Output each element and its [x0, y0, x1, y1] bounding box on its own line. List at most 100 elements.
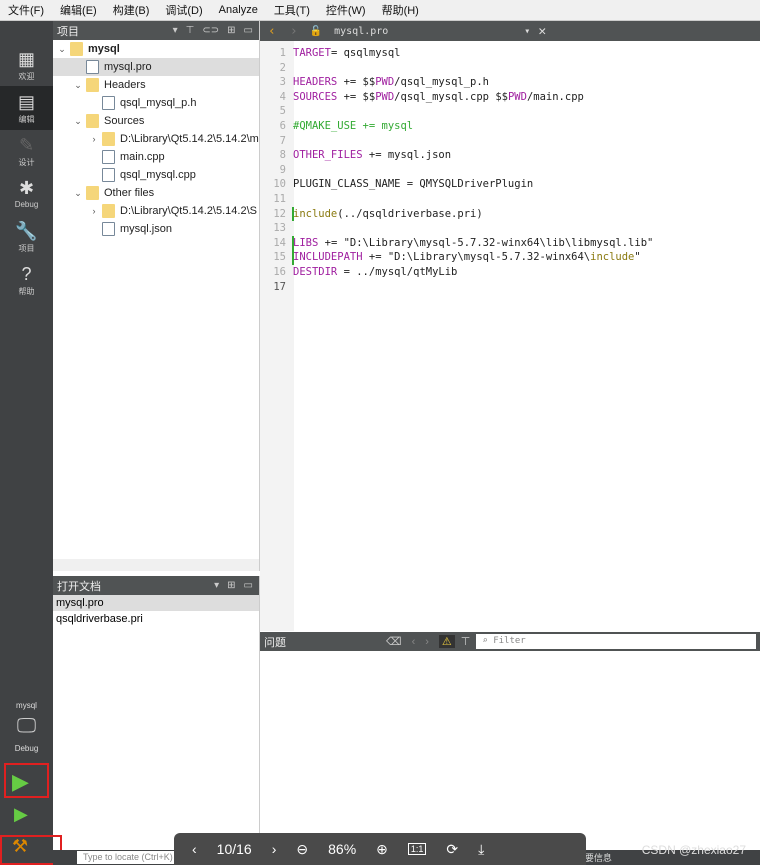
line-content: OTHER_FILES += mysql.json	[290, 149, 451, 161]
menu-item[interactable]: Analyze	[211, 4, 266, 16]
mode-grid[interactable]: ▦ 欢迎	[0, 43, 53, 87]
clear-icon[interactable]: ⌫	[386, 635, 402, 648]
code-line: 10 PLUGIN_CLASS_NAME = QMYSQLDriverPlugin	[260, 177, 760, 192]
rotate-icon[interactable]: ⟳	[446, 841, 458, 858]
dropdown-icon[interactable]: ▾	[173, 25, 178, 36]
horizontal-scrollbar[interactable]	[53, 559, 259, 571]
menu-item[interactable]: 帮助(H)	[374, 2, 427, 18]
code-token: SOURCES	[293, 90, 338, 103]
open-document-item[interactable]: qsqldriverbase.pri	[53, 611, 259, 627]
tree-item[interactable]: › D:\Library\Qt5.14.2\5.14.2\S	[53, 202, 259, 220]
mode-label: 设计	[18, 158, 35, 167]
filter-input[interactable]: ⌕ Filter	[476, 634, 757, 649]
file-icon	[102, 96, 115, 110]
forward-icon[interactable]: ›	[284, 24, 304, 39]
back-icon[interactable]: ‹	[260, 24, 284, 39]
menu-item[interactable]: 构建(B)	[105, 2, 158, 18]
open-document-item[interactable]: mysql.pro	[53, 595, 259, 611]
menu-item[interactable]: 调试(D)	[157, 2, 210, 18]
zoom-in-icon[interactable]: ⊕	[376, 841, 388, 858]
chevron-right-icon[interactable]: ›	[89, 134, 99, 144]
tree-item[interactable]: mysql.json	[53, 220, 259, 238]
tree-item[interactable]: ⌄ mysql	[53, 40, 259, 58]
tree-item[interactable]: ⌄ Headers	[53, 76, 259, 94]
close-panel-icon[interactable]: ▭	[244, 580, 253, 591]
close-file-icon[interactable]: ✕	[530, 24, 554, 39]
project-panel: 项目 ▾ ⊤ ⊂⊃ ⊞ ▭ ⌄ mysql mysql.pro ⌄ Headers qsql_my…	[53, 21, 260, 571]
split-icon[interactable]: ⊞	[227, 25, 235, 36]
line-content: INCLUDEPATH += "D:\Library\mysql-5.7.32-…	[290, 251, 641, 263]
dropdown-icon[interactable]: ▾	[214, 580, 219, 591]
next-icon[interactable]: ›	[425, 636, 429, 648]
code-line: 7	[260, 134, 760, 149]
watermark: CSDN @zhexiao27	[641, 843, 746, 857]
mode-label: 欢迎	[18, 72, 35, 81]
tree-item[interactable]: qsql_mysql.cpp	[53, 166, 259, 184]
tree-item-label: D:\Library\Qt5.14.2\5.14.2\m	[120, 133, 259, 145]
line-number: 6	[279, 120, 286, 132]
mode-pencil[interactable]: ✎ 设计	[0, 129, 53, 173]
filter-icon[interactable]: ⊤	[461, 635, 471, 648]
tree-item[interactable]: qsql_mysql_p.h	[53, 94, 259, 112]
actual-size-button[interactable]: 1:1	[407, 843, 427, 855]
close-panel-icon[interactable]: ▭	[244, 25, 253, 36]
code-token: TARGET	[293, 47, 331, 59]
chevron-down-icon[interactable]: ⌄	[57, 44, 67, 55]
line-number: 3	[279, 76, 286, 89]
monitor-icon[interactable]: 🖵	[0, 715, 53, 738]
kit-config-label: Debug	[14, 744, 39, 753]
menu-item[interactable]: 编辑(E)	[52, 2, 105, 18]
mode-help[interactable]: ? 帮助	[0, 258, 53, 302]
tree-item[interactable]: › D:\Library\Qt5.14.2\5.14.2\m	[53, 130, 259, 148]
menu-item[interactable]: 文件(F)	[0, 2, 52, 18]
kit-project-label: mysql	[16, 701, 37, 710]
tree-item[interactable]: ⌄ Other files	[53, 184, 259, 202]
code-token: INCLUDEPATH	[293, 251, 363, 264]
mode-bug[interactable]: ✱ Debug	[0, 172, 53, 216]
mode-document[interactable]: ▤ 编辑	[0, 86, 53, 130]
mode-wrench[interactable]: 🔧 项目	[0, 215, 53, 259]
chevron-down-icon[interactable]: ⌄	[73, 80, 83, 91]
pencil-icon: ✎	[18, 135, 35, 155]
image-viewer-toolbar: ‹ 10/16 › ⊖ 86% ⊕ 1:1 ⟳ ⤓	[174, 833, 586, 865]
code-line: 4 SOURCES += $$PWD/qsql_mysql.cpp $$PWD/m…	[260, 90, 760, 105]
prev-page-button[interactable]: ‹	[192, 841, 197, 857]
tree-item-label: mysql	[88, 43, 120, 55]
highlight-run-box	[4, 763, 49, 798]
line-number: 9	[279, 163, 286, 176]
issues-title: 问题	[264, 636, 286, 649]
line-number: 12	[273, 207, 286, 220]
tree-item[interactable]: main.cpp	[53, 148, 259, 166]
code-line: 3 HEADERS += $$PWD/qsql_mysql_p.h	[260, 75, 760, 90]
code-token: += mysql.json	[362, 149, 452, 162]
download-icon[interactable]: ⤓	[478, 841, 484, 858]
tree-item-label: mysql.json	[120, 223, 172, 235]
menu-item[interactable]: 控件(W)	[318, 2, 374, 18]
zoom-out-icon[interactable]: ⊖	[296, 841, 308, 858]
tree-item[interactable]: mysql.pro	[53, 58, 259, 76]
menu-item[interactable]: 工具(T)	[266, 2, 318, 18]
code-token: += $$	[337, 76, 376, 89]
tree-item[interactable]: ⌄ Sources	[53, 112, 259, 130]
line-content	[290, 193, 293, 205]
line-number: 1	[279, 47, 286, 59]
prev-icon[interactable]: ‹	[412, 636, 416, 648]
next-page-button[interactable]: ›	[272, 841, 277, 857]
link-icon[interactable]: ⊂⊃	[202, 25, 219, 36]
chevron-right-icon[interactable]: ›	[89, 206, 99, 216]
code-editor[interactable]: 1 TARGET= qsqlmysql 2 3 HEADERS += $$PWD/qsq…	[260, 41, 760, 631]
filter-icon[interactable]: ⊤	[186, 25, 195, 36]
warning-icon[interactable]: ⚠	[438, 635, 455, 648]
folder-icon	[102, 132, 115, 146]
line-content	[290, 62, 293, 74]
line-content: SOURCES += $$PWD/qsql_mysql.cpp $$PWD/ma…	[290, 91, 584, 103]
mode-label: Debug	[14, 200, 39, 209]
code-token: #QMAKE_USE += mysql	[293, 120, 414, 132]
split-icon[interactable]: ⊞	[227, 580, 235, 591]
chevron-down-icon[interactable]: ⌄	[73, 188, 83, 199]
code-token: "	[634, 251, 641, 264]
changed-line-marker	[292, 250, 294, 265]
chevron-down-icon[interactable]: ⌄	[73, 116, 83, 127]
debug-run-button[interactable]: ▶	[14, 804, 28, 825]
current-file-tab[interactable]: mysql.pro	[328, 26, 394, 37]
